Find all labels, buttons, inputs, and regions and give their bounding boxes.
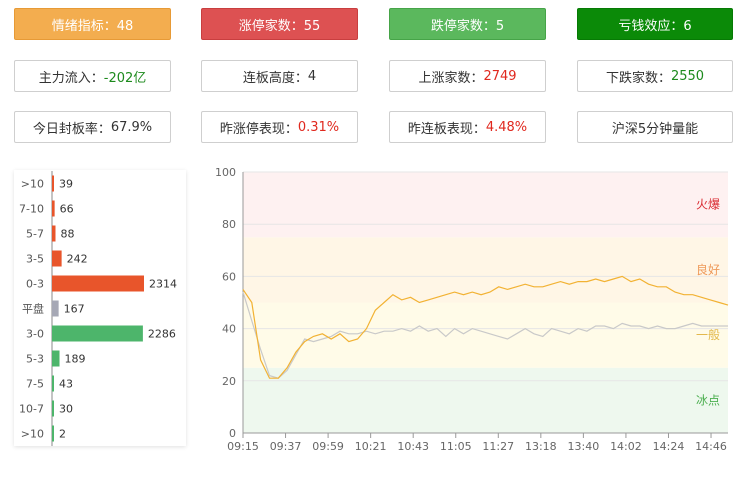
distribution-bar	[52, 325, 143, 342]
distribution-category-label: >10	[21, 428, 44, 441]
distribution-bar	[52, 375, 54, 392]
distribution-category-label: 5-7	[26, 228, 44, 241]
x-tick-label: 09:15	[227, 440, 259, 453]
zone-band	[243, 367, 728, 433]
distribution-value-label: 189	[65, 353, 86, 366]
distribution-category-label: 10-7	[19, 403, 44, 416]
x-tick-label: 10:21	[355, 440, 387, 453]
distribution-category-label: >10	[21, 178, 44, 191]
distribution-bar	[52, 200, 55, 217]
y-tick-label: 100	[215, 166, 236, 179]
zone-label: 火爆	[696, 198, 720, 212]
x-tick-label: 14:02	[610, 440, 642, 453]
y-tick-label: 80	[222, 218, 236, 231]
charts-canvas: >10 39 7-10 66 5-7 88 3-5 242 0-3 2314 平盘 167 3-0 228…	[19, 166, 729, 453]
distribution-value-label: 39	[59, 178, 73, 191]
distribution-bar-chart: >10 39 7-10 66 5-7 88 3-5 242 0-3 2314 平盘 167 3-0 228…	[19, 171, 177, 446]
zone-label: 冰点	[696, 393, 720, 407]
x-tick-label: 13:40	[568, 440, 600, 453]
x-tick-label: 11:05	[440, 440, 472, 453]
distribution-category-label: 7-10	[19, 203, 44, 216]
x-tick-label: 11:27	[482, 440, 514, 453]
distribution-bar	[52, 250, 62, 267]
x-tick-label: 09:59	[312, 440, 344, 453]
x-tick-label: 14:46	[695, 440, 727, 453]
y-tick-label: 40	[222, 323, 236, 336]
distribution-category-label: 7-5	[26, 378, 44, 391]
distribution-category-label: 5-3	[26, 353, 44, 366]
zone-band	[243, 237, 728, 303]
zone-label: 良好	[696, 262, 720, 277]
x-tick-label: 09:37	[270, 440, 302, 453]
distribution-category-label: 3-5	[26, 253, 44, 266]
distribution-value-label: 167	[64, 303, 85, 316]
y-tick-label: 20	[222, 375, 236, 388]
distribution-category-label: 3-0	[26, 328, 44, 341]
zone-band	[243, 172, 728, 238]
distribution-bar	[52, 175, 54, 192]
distribution-value-label: 2314	[149, 278, 177, 291]
distribution-bar	[52, 275, 144, 292]
x-tick-label: 13:18	[525, 440, 557, 453]
distribution-value-label: 2286	[148, 328, 176, 341]
y-tick-label: 60	[222, 270, 236, 283]
distribution-category-label: 0-3	[26, 278, 44, 291]
distribution-value-label: 242	[67, 253, 88, 266]
distribution-value-label: 2	[59, 428, 66, 441]
distribution-bar	[52, 350, 60, 367]
distribution-bar	[52, 300, 59, 317]
x-tick-label: 14:24	[653, 440, 685, 453]
sentiment-line-chart: 冰点 一般 良好 火爆 0 20 40 60 80 100 09:15 09:37 09:59 10:21…	[215, 166, 729, 453]
distribution-category-label: 平盘	[22, 302, 44, 316]
distribution-bar	[52, 225, 56, 242]
distribution-value-label: 43	[59, 378, 73, 391]
distribution-bar	[52, 400, 54, 417]
x-tick-label: 10:43	[397, 440, 429, 453]
y-tick-label: 0	[229, 427, 236, 440]
distribution-value-label: 88	[60, 228, 74, 241]
distribution-bar	[52, 425, 54, 442]
distribution-value-label: 30	[59, 403, 73, 416]
zone-label: 一般	[696, 327, 720, 342]
distribution-value-label: 66	[60, 203, 74, 216]
